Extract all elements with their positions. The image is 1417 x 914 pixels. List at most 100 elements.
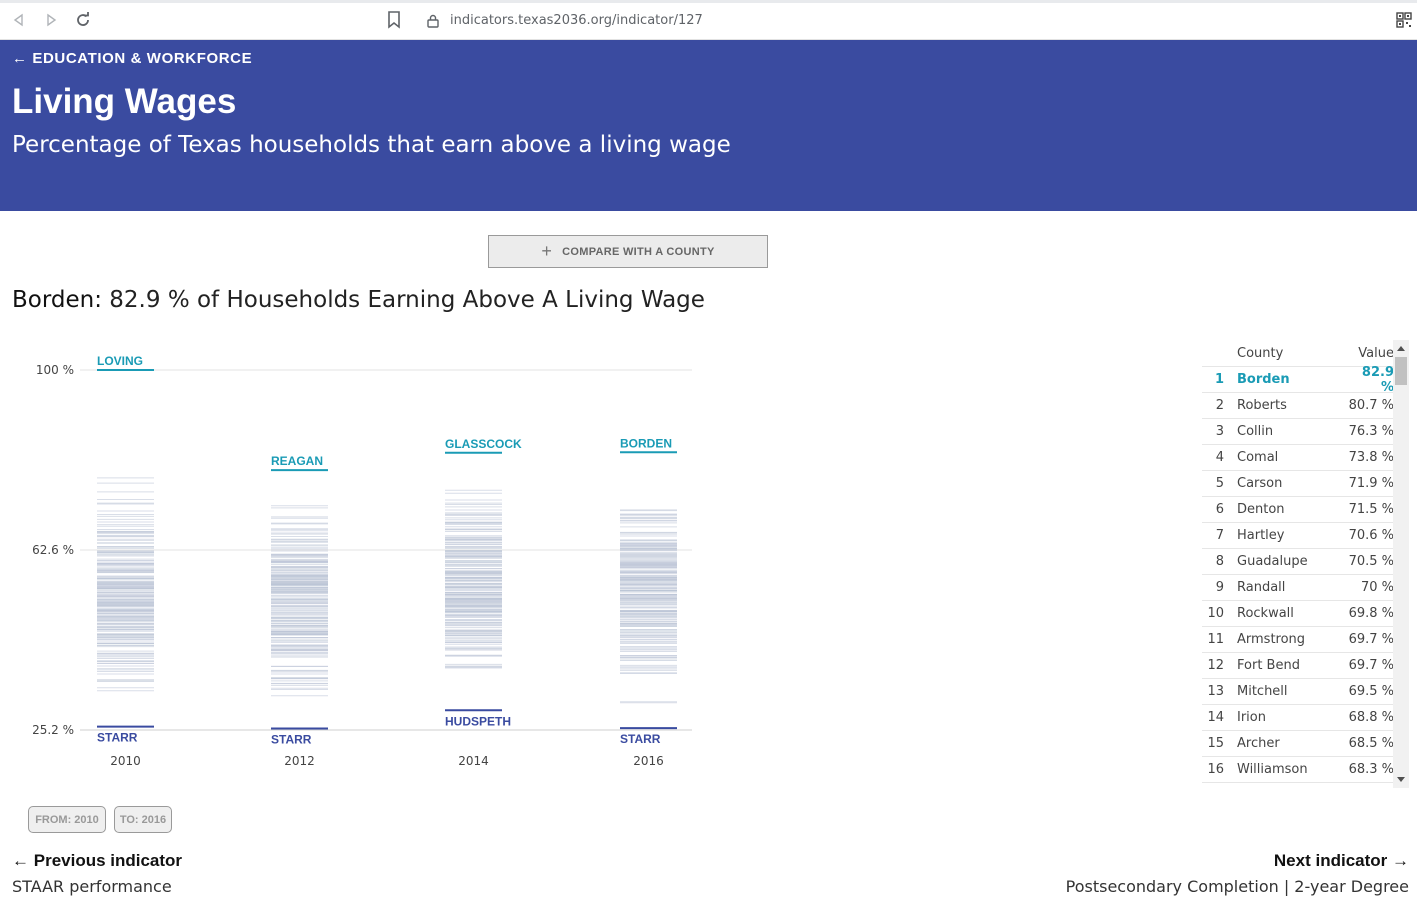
previous-indicator-link[interactable]: ← Previous indicator STAAR performance xyxy=(12,851,182,896)
indicator-value-text: 82.9 % of Households Earning Above A Liv… xyxy=(101,287,705,313)
county-value: 69.7 % xyxy=(1348,632,1394,647)
rank-number: 15 xyxy=(1207,736,1224,751)
x-year-label: 2014 xyxy=(458,754,489,768)
rank-row[interactable]: 4 Comal 73.8 % xyxy=(1202,445,1409,471)
county-name: Roberts xyxy=(1237,398,1287,413)
y-tick-label: 25.2 % xyxy=(32,723,74,737)
county-name: Archer xyxy=(1237,736,1280,751)
range-from-button[interactable]: FROM: 2010 xyxy=(28,806,106,833)
compare-county-button[interactable]: + COMPARE WITH A COUNTY xyxy=(488,235,768,268)
rank-row[interactable]: 3 Collin 76.3 % xyxy=(1202,419,1409,445)
rank-number: 12 xyxy=(1207,658,1224,673)
rank-number: 7 xyxy=(1215,528,1224,543)
county-value: 68.5 % xyxy=(1348,736,1394,751)
plus-icon: + xyxy=(541,241,553,261)
qr-code-icon[interactable] xyxy=(1396,12,1412,28)
rank-number: 13 xyxy=(1207,684,1224,699)
rank-table-header: County Value xyxy=(1202,340,1409,367)
county-column-header[interactable]: County xyxy=(1202,346,1347,361)
rank-row[interactable]: 5 Carson 71.9 % xyxy=(1202,471,1409,497)
rank-number: 16 xyxy=(1207,762,1224,777)
url-text: indicators.texas2036.org/indicator/127 xyxy=(450,12,703,28)
rank-number: 1 xyxy=(1214,372,1224,387)
county-name: Hartley xyxy=(1237,528,1285,543)
page-title: Living Wages xyxy=(12,82,237,121)
rank-number: 8 xyxy=(1215,554,1224,569)
lock-icon xyxy=(426,13,440,28)
indicator-heading: Borden: 82.9 % of Households Earning Abo… xyxy=(12,287,705,313)
bottom-county-label: HUDSPETH xyxy=(445,714,511,728)
county-value: 71.5 % xyxy=(1348,502,1394,517)
county-name: Comal xyxy=(1237,450,1279,465)
rank-row[interactable]: 6 Denton 71.5 % xyxy=(1202,497,1409,523)
address-bar[interactable]: indicators.texas2036.org/indicator/127 xyxy=(418,6,1398,34)
bookmark-icon[interactable] xyxy=(387,11,403,29)
rank-row[interactable]: 1 Borden 82.9 % xyxy=(1202,364,1409,395)
breadcrumb-link[interactable]: ← EDUCATION & WORKFORCE xyxy=(12,50,252,67)
county-value: 68.8 % xyxy=(1348,710,1394,725)
selected-county: Borden: xyxy=(12,287,102,313)
county-name: Carson xyxy=(1237,476,1283,491)
previous-indicator-name: STAAR performance xyxy=(12,877,172,896)
rank-row[interactable]: 7 Hartley 70.6 % xyxy=(1202,523,1409,549)
county-name: Williamson xyxy=(1237,762,1308,777)
county-name: Borden xyxy=(1237,372,1290,387)
next-indicator-name: Postsecondary Completion | 2-year Degree xyxy=(1065,877,1409,896)
county-value: 70 % xyxy=(1360,580,1394,595)
rank-number: 3 xyxy=(1215,424,1224,439)
county-value: 69.7 % xyxy=(1348,658,1394,673)
rank-row[interactable]: 8 Guadalupe 70.5 % xyxy=(1202,549,1409,575)
next-indicator-label: Next indicator xyxy=(1273,851,1388,870)
arrow-left-icon: ← xyxy=(12,851,29,870)
rank-row[interactable]: 13 Mitchell 69.5 % xyxy=(1202,679,1409,705)
county-value: 76.3 % xyxy=(1348,424,1394,439)
top-county-label: LOVING xyxy=(97,354,143,368)
rank-row[interactable]: 14 Irion 68.8 % xyxy=(1202,705,1409,731)
county-value: 80.7 % xyxy=(1348,398,1394,413)
scroll-down-icon[interactable] xyxy=(1393,772,1409,788)
rank-row[interactable]: 12 Fort Bend 69.7 % xyxy=(1202,653,1409,679)
rank-number: 9 xyxy=(1215,580,1224,595)
rank-row[interactable]: 15 Archer 68.5 % xyxy=(1202,731,1409,757)
forward-icon[interactable] xyxy=(42,11,60,29)
rank-table-scrollbar[interactable] xyxy=(1393,340,1409,788)
county-name: Rockwall xyxy=(1237,606,1294,621)
rank-number: 5 xyxy=(1215,476,1224,491)
reload-icon[interactable] xyxy=(74,11,92,29)
back-icon[interactable] xyxy=(10,11,28,29)
top-county-label: REAGAN xyxy=(271,454,323,468)
county-name: Denton xyxy=(1237,502,1285,517)
county-strip xyxy=(97,477,154,692)
county-value: 70.6 % xyxy=(1348,528,1394,543)
value-column-header[interactable]: Value xyxy=(1347,346,1394,361)
rank-row[interactable]: 16 Williamson 68.3 % xyxy=(1202,757,1409,783)
next-indicator-link[interactable]: Next indicator → Postsecondary Completio… xyxy=(1066,851,1409,896)
county-value: 68.3 % xyxy=(1348,762,1394,777)
county-value: 69.5 % xyxy=(1348,684,1394,699)
previous-indicator-label: Previous indicator xyxy=(33,851,183,870)
rank-number: 4 xyxy=(1215,450,1224,465)
county-strip xyxy=(620,509,677,704)
rank-number: 11 xyxy=(1207,632,1224,647)
county-value: 73.8 % xyxy=(1348,450,1394,465)
scroll-up-icon[interactable] xyxy=(1393,340,1409,356)
county-strip xyxy=(271,505,328,697)
scroll-thumb[interactable] xyxy=(1395,357,1407,385)
county-value: 69.8 % xyxy=(1348,606,1394,621)
county-name: Mitchell xyxy=(1237,684,1288,699)
browser-toolbar: indicators.texas2036.org/indicator/127 xyxy=(0,0,1417,40)
arrow-right-icon: → xyxy=(1392,851,1409,870)
rank-row[interactable]: 2 Roberts 80.7 % xyxy=(1202,393,1409,419)
y-tick-label: 100 % xyxy=(36,363,74,377)
rank-number: 10 xyxy=(1207,606,1224,621)
range-to-button[interactable]: TO: 2016 xyxy=(114,806,172,833)
page-subtitle: Percentage of Texas households that earn… xyxy=(12,132,731,158)
strip-chart: 100 % 62.6 % 25.2 % LOVING STARR 2010 REAGAN ST… xyxy=(32,354,692,768)
rank-row[interactable]: 10 Rockwall 69.8 % xyxy=(1202,601,1409,627)
rank-row[interactable]: 9 Randall 70 % xyxy=(1202,575,1409,601)
county-value: 82.9 % xyxy=(1361,364,1394,395)
county-name: Armstrong xyxy=(1237,632,1306,647)
x-year-label: 2012 xyxy=(284,754,315,768)
county-value: 71.9 % xyxy=(1348,476,1394,491)
rank-row[interactable]: 11 Armstrong 69.7 % xyxy=(1202,627,1409,653)
